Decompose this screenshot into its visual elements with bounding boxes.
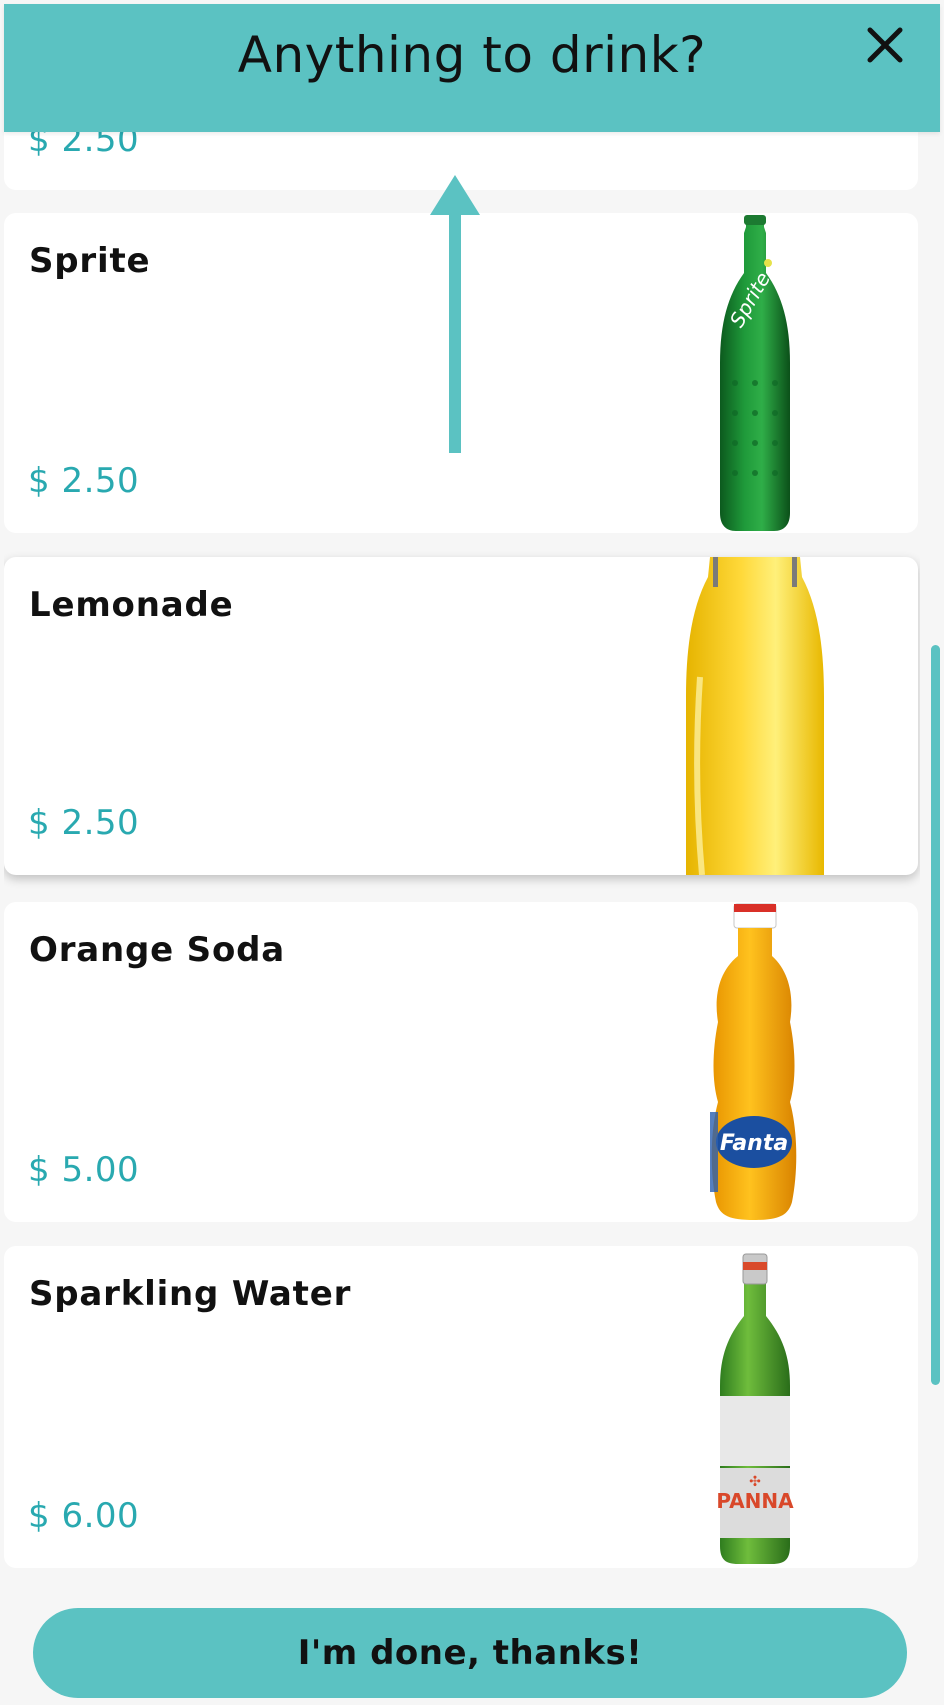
page-title: Anything to drink? [237,26,707,84]
header: Anything to drink? [4,4,940,132]
product-name: Orange Soda [29,930,285,970]
sparkling-water-bottle-icon: PANNA ✣ [710,1246,800,1568]
close-icon[interactable] [862,22,908,68]
orange-soda-bottle-icon: Fanta [704,902,804,1222]
scrollbar-thumb[interactable] [931,645,940,1385]
product-price: $ 2.50 [28,461,140,501]
product-card-orange-soda[interactable]: Orange Soda $ 5.00 Fanta [4,902,918,1222]
product-name: Sprite [29,241,151,281]
product-price: $ 5.00 [28,1150,140,1190]
lemonade-bottle-icon [680,557,830,875]
svg-text:PANNA: PANNA [716,1489,794,1513]
svg-text:Fanta: Fanta [720,1131,788,1156]
product-card-sparkling-water[interactable]: Sparkling Water $ 6.00 PANNA ✣ [4,1246,918,1568]
product-price: $ 2.50 [28,803,140,843]
svg-text:✣: ✣ [749,1474,761,1490]
done-button[interactable]: I'm done, thanks! [33,1608,907,1698]
product-price: $ 6.00 [28,1496,140,1536]
product-card-lemonade[interactable]: Lemonade $ 2.50 [4,557,918,875]
green-bottle-icon: Sprite [710,213,800,533]
drink-upsell-screen: $ 2.50 Sprite $ 2.50 Sprite Lemonade $ 2… [0,0,944,1705]
product-name: Sparkling Water [29,1274,352,1314]
product-name: Lemonade [29,585,234,625]
up-arrow-icon [430,175,480,453]
